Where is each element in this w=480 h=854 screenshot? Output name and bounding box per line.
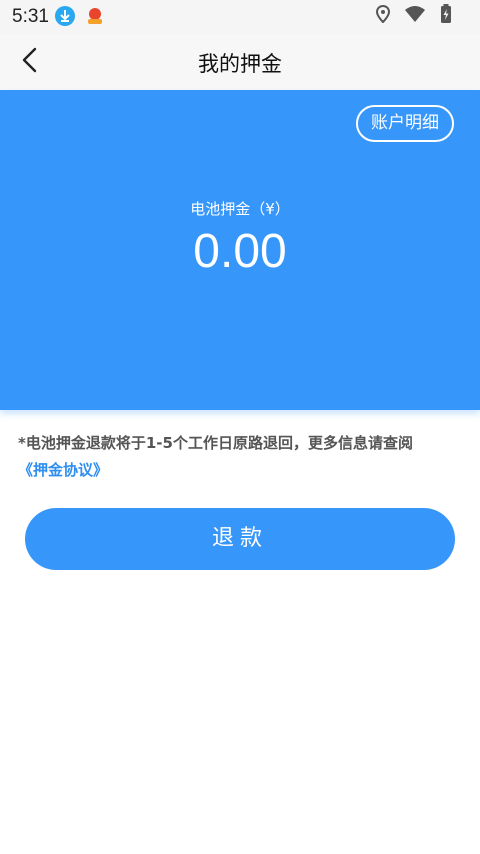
deposit-summary-panel: 账户明细 电池押金（¥） 0.00 — [0, 90, 480, 410]
refund-button[interactable]: 退款 — [25, 508, 455, 570]
wifi-icon — [404, 5, 426, 27]
deposit-amount: 0.00 — [193, 225, 287, 278]
status-time: 5:31 — [12, 6, 49, 27]
location-icon — [375, 4, 391, 27]
deposit-label: 电池押金（¥） — [190, 200, 290, 218]
refund-notice: *电池押金退款将于1-5个工作日原路退回，更多信息请查阅 《押金协议》 — [18, 430, 462, 484]
account-detail-button[interactable]: 账户明细 — [356, 105, 454, 142]
battery-charging-icon — [440, 4, 452, 28]
status-bar: 5:31 — [0, 0, 480, 34]
app-bar: 我的押金 — [0, 34, 480, 90]
refund-notice-text: *电池押金退款将于1-5个工作日原路退回，更多信息请查阅 — [18, 434, 413, 452]
page-title: 我的押金 — [198, 52, 282, 76]
deposit-agreement-link[interactable]: 《押金协议》 — [18, 461, 108, 479]
status-icons — [375, 4, 452, 28]
download-notification-icon — [55, 6, 75, 26]
app-notification-icon — [84, 6, 106, 26]
